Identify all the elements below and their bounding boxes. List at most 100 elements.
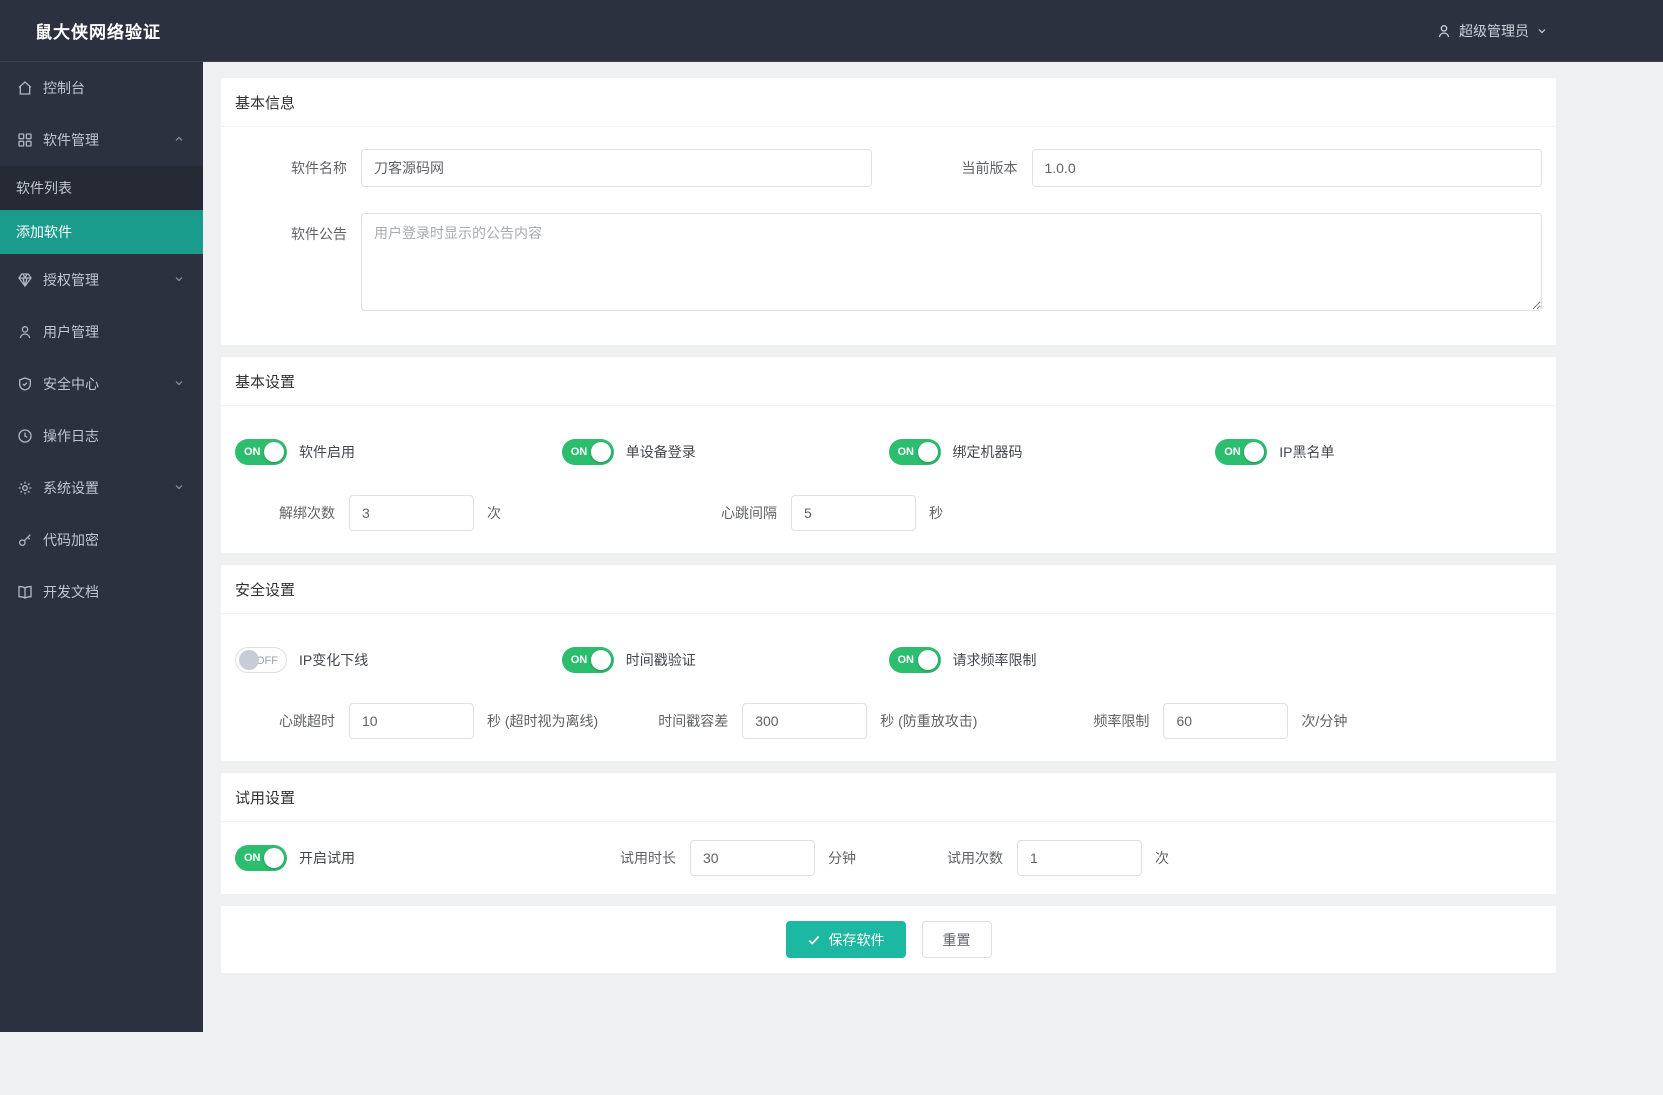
toggle-label: 绑定机器码 [952,444,1023,460]
bind-machine-switch[interactable]: ON [888,439,941,465]
heartbeat-interval-field: 心跳间隔 秒 [677,495,943,531]
user-name: 超级管理员 [1459,22,1529,39]
home-icon [17,80,33,96]
sidebar-item-label: 安全中心 [43,376,99,392]
chevron-up-icon [173,132,185,148]
sidebar-item-code-encryption[interactable]: 代码加密 [0,514,203,566]
trial-duration-field: 试用时长 分钟 [576,840,856,876]
sidebar-item-label: 软件列表 [16,180,72,196]
switch-state-text: ON [244,446,261,458]
switch-knob [264,848,284,868]
sidebar-item-label: 软件管理 [43,132,99,148]
unbind-count-label: 解绑次数 [279,505,335,521]
trial-count-label: 试用次数 [947,850,1003,866]
sidebar-item-user-mgmt[interactable]: 用户管理 [0,306,203,358]
sidebar-item-software-mgmt[interactable]: 软件管理 [0,114,203,166]
switch-knob [264,442,284,462]
basic-settings-card: 基本设置 ON 软件启用 ON 单设备登录 ON 绑定机器码 ON IP黑名单 … [221,357,1556,553]
trial-count-input[interactable] [1017,840,1142,876]
toggle-label: IP黑名单 [1279,444,1335,460]
switch-knob [590,442,611,462]
toggle-label: 单设备登录 [625,444,696,460]
actions-card: 保存软件 重置 [221,906,1556,973]
trial-count-field: 试用次数 次 [903,840,1169,876]
sidebar-item-label: 开发文档 [43,584,99,600]
announcement-textarea[interactable] [361,213,1542,311]
toggle-timestamp-verify: ON 时间戳验证 [561,647,889,673]
single-device-switch[interactable]: ON [561,439,614,465]
switch-knob [1244,442,1265,462]
software-submenu: 软件列表 添加软件 [0,166,203,254]
sidebar-item-label: 代码加密 [43,532,99,548]
ip-change-offline-switch[interactable]: OFF [235,647,287,673]
heartbeat-timeout-field: 心跳超时 秒 (超时视为离线) [235,703,598,739]
gem-icon [17,272,33,288]
switch-state-text: ON [570,446,588,458]
reset-button[interactable]: 重置 [921,921,992,958]
sidebar-item-console[interactable]: 控制台 [0,62,203,114]
unbind-count-input[interactable] [349,495,474,531]
ip-blacklist-switch[interactable]: ON [1215,439,1268,465]
rate-limit-suffix: 次/分钟 [1301,713,1348,729]
toggle-label: 软件启用 [299,444,355,460]
section-title-basic-info: 基本信息 [221,78,1556,127]
switch-knob [917,442,938,462]
sidebar-item-operation-log[interactable]: 操作日志 [0,410,203,462]
sidebar-item-add-software[interactable]: 添加软件 [0,210,203,254]
trial-settings-card: 试用设置 ON 开启试用 试用时长 分钟 试用次数 次 [221,773,1556,894]
trial-duration-input[interactable] [690,840,815,876]
software-enabled-switch[interactable]: ON [235,439,287,465]
sidebar-item-security-center[interactable]: 安全中心 [0,358,203,410]
switch-knob [917,650,938,670]
software-name-input[interactable] [361,149,872,187]
switch-state-text: OFF [256,655,278,667]
rate-limit-field: 频率限制 次/分钟 [1049,703,1347,739]
sidebar-item-system-settings[interactable]: 系统设置 [0,462,203,514]
security-settings-card: 安全设置 OFF IP变化下线 ON 时间戳验证 ON 请求频率限制 心跳超时 … [221,565,1556,761]
version-label: 当前版本 [961,160,1018,176]
trial-duration-suffix: 分钟 [828,850,856,866]
switch-knob [239,650,259,670]
book-icon [17,584,33,600]
toggle-single-device-login: ON 单设备登录 [561,439,889,465]
unbind-count-suffix: 次 [487,505,501,521]
gear-icon [17,480,33,496]
sidebar-item-label: 控制台 [43,80,85,96]
user-icon [17,324,33,340]
toggle-trial-enabled: ON 开启试用 [235,845,355,871]
trial-enabled-switch[interactable]: ON [235,845,287,871]
switch-knob [590,650,611,670]
switch-state-text: ON [570,654,588,666]
sidebar-item-software-list[interactable]: 软件列表 [0,166,203,210]
sidebar-item-license-mgmt[interactable]: 授权管理 [0,254,203,306]
chevron-down-icon [173,480,185,496]
rate-limit-input[interactable] [1163,703,1289,739]
trial-count-suffix: 次 [1155,850,1169,866]
save-button-label: 保存软件 [828,931,885,948]
heartbeat-timeout-input[interactable] [349,703,474,739]
top-header: 鼠大侠网络验证 超级管理员 [0,0,1663,62]
rate-limit-switch[interactable]: ON [888,647,941,673]
toggle-label: 开启试用 [299,850,355,866]
clock-icon [17,428,33,444]
chevron-down-icon [173,376,185,392]
toggle-ip-change-offline: OFF IP变化下线 [235,647,562,673]
timestamp-tolerance-input[interactable] [742,703,868,739]
sidebar-item-dev-docs[interactable]: 开发文档 [0,566,203,618]
heartbeat-interval-input[interactable] [791,495,916,531]
toggle-label: 请求频率限制 [952,652,1037,668]
timestamp-tolerance-suffix: 秒 (防重放攻击) [880,713,978,729]
version-input[interactable] [1031,149,1542,187]
toggle-label: 时间戳验证 [625,652,696,668]
user-menu[interactable]: 超级管理员 [1436,21,1548,41]
switch-state-text: ON [244,852,261,864]
chevron-down-icon [173,272,185,288]
app-title: 鼠大侠网络验证 [35,23,161,42]
save-software-button[interactable]: 保存软件 [785,921,906,958]
rate-limit-label: 频率限制 [1093,713,1150,729]
timestamp-verify-switch[interactable]: ON [561,647,614,673]
toggle-label: IP变化下线 [299,652,369,668]
software-name-label: 软件名称 [291,160,347,176]
switch-state-text: ON [897,654,915,666]
sidebar: 控制台 软件管理 软件列表 添加软件 授权管理 用户管理 安全中心 操作日志 系… [0,62,203,1032]
